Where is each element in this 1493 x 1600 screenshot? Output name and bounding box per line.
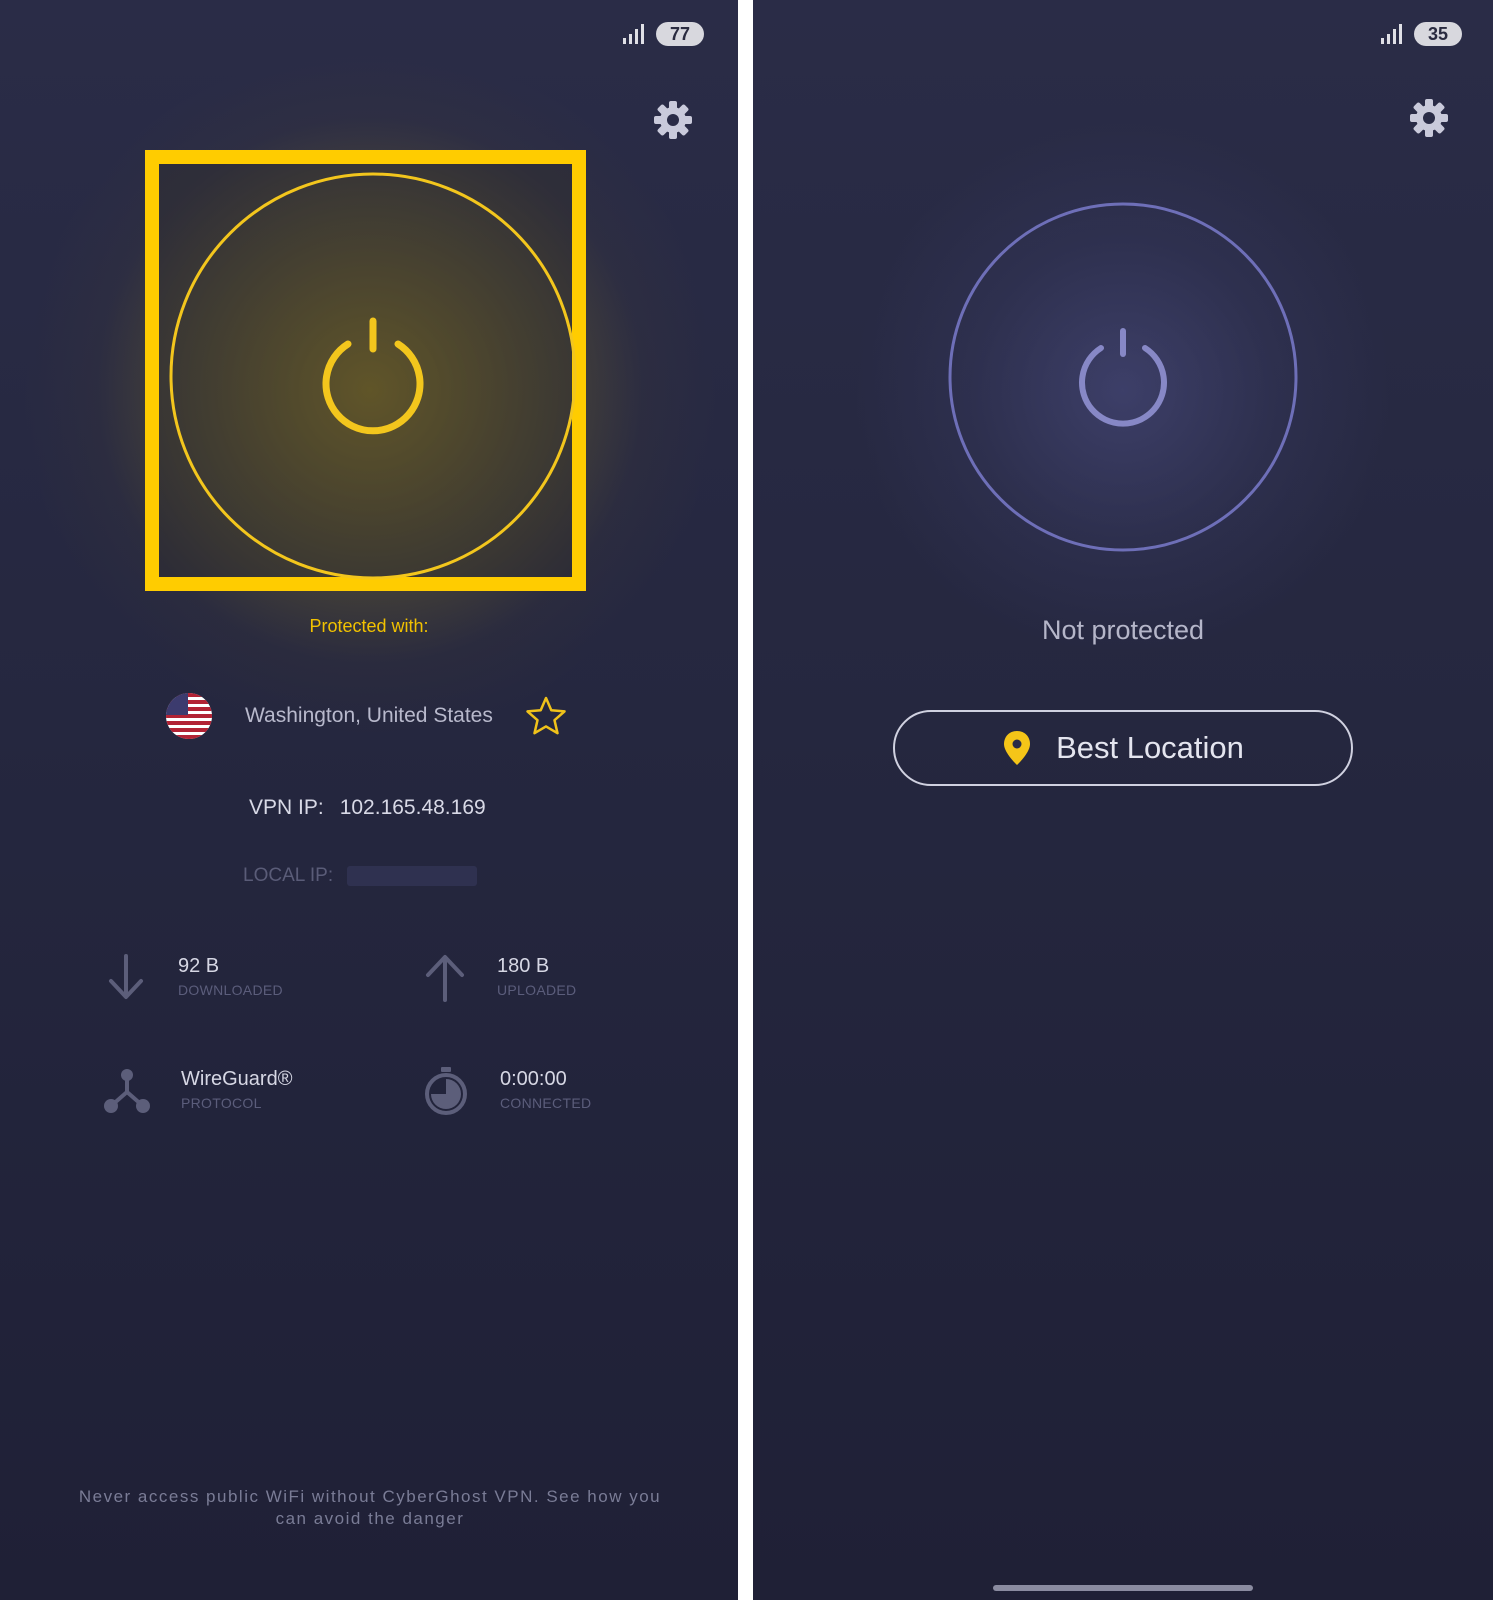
status-bar: 77 [622, 20, 704, 48]
best-location-label: Best Location [1056, 730, 1244, 765]
protection-status: Not protected [1041, 615, 1205, 645]
settings-gear-icon[interactable] [1409, 98, 1449, 138]
home-indicator[interactable] [993, 1585, 1253, 1591]
local-ip-redacted [347, 865, 478, 886]
protection-status: Protected with: [309, 616, 429, 636]
uploaded-value: 180 B [497, 955, 550, 977]
signal-icon [623, 24, 644, 44]
downloaded-caption: DOWNLOADED [178, 982, 283, 998]
battery-indicator: 35 [1414, 22, 1462, 46]
power-button[interactable] [168, 171, 578, 581]
upload-arrow-icon [426, 955, 464, 1002]
connected-time-caption: CONNECTED [500, 1095, 592, 1111]
best-location-button[interactable]: Best Location [893, 710, 1353, 786]
power-button[interactable] [947, 201, 1299, 553]
timer-icon [425, 1067, 467, 1115]
uploaded-caption: UPLOADED [497, 982, 577, 998]
downloaded-value: 92 B [178, 955, 220, 977]
power-icon [322, 340, 424, 435]
uploaded-stat: 180 B UPLOADED [497, 955, 576, 998]
signal-icon [1381, 24, 1402, 44]
power-icon [1079, 345, 1167, 427]
location-row[interactable]: Washington, United States [166, 693, 567, 739]
protocol-stat: WireGuard® PROTOCOL [181, 1068, 292, 1111]
protocol-icon [104, 1069, 150, 1113]
battery-indicator: 77 [656, 22, 704, 46]
wifi-tip-link[interactable]: Never access public WiFi without CyberGh… [70, 1486, 670, 1530]
disconnected-screen: 35 Not protected Best Location [753, 0, 1493, 1600]
connected-time-stat: 0:00:00 CONNECTED [500, 1068, 591, 1111]
local-ip: LOCAL IP: [243, 865, 478, 887]
vpn-ip-label: VPN IP: [249, 796, 324, 819]
status-bar: 35 [1380, 20, 1462, 48]
location-pin-icon [1004, 731, 1031, 765]
location-label: Washington, United States [245, 704, 493, 727]
protocol-value: WireGuard® [181, 1068, 293, 1090]
downloaded-stat: 92 B DOWNLOADED [178, 955, 283, 998]
local-ip-label: LOCAL IP: [243, 865, 334, 886]
download-arrow-icon [109, 954, 143, 999]
settings-gear-icon[interactable] [653, 100, 693, 140]
connected-screen: 77 Protected with: Washington, United St… [0, 0, 738, 1600]
vpn-ip-value: 102.165.48.169 [339, 796, 486, 819]
vpn-ip: VPN IP: 102.165.48.169 [249, 796, 486, 820]
protocol-caption: PROTOCOL [181, 1095, 262, 1111]
favorite-star-icon[interactable] [525, 695, 567, 737]
us-flag-icon [166, 693, 212, 739]
connected-time-value: 0:00:00 [500, 1068, 567, 1090]
